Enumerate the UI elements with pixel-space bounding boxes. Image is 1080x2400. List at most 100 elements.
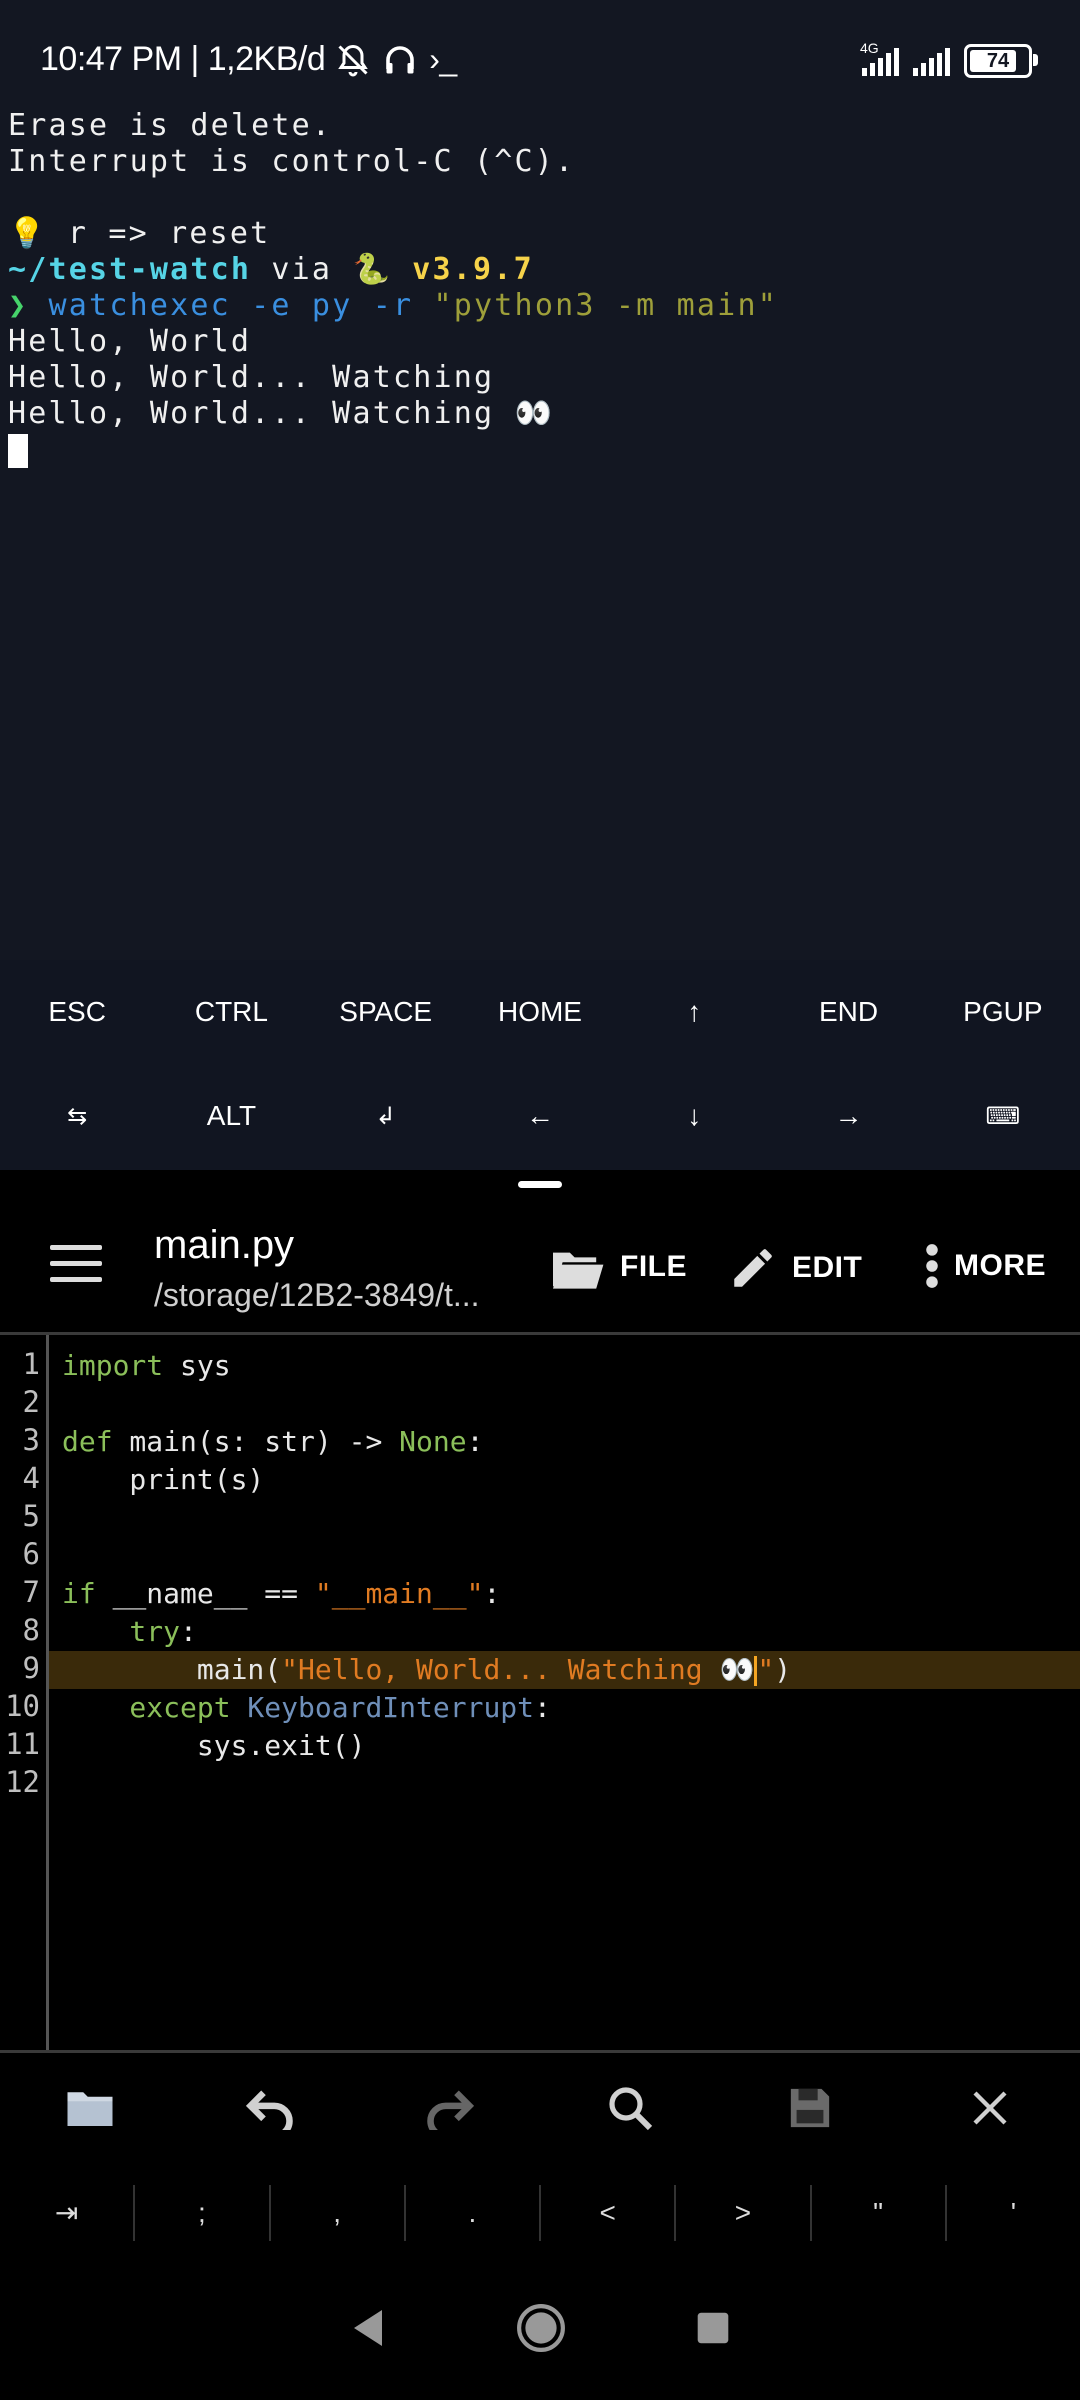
recents-button[interactable] xyxy=(696,2311,730,2350)
back-button[interactable] xyxy=(350,2308,386,2353)
prompt-directory: ~/test-watch xyxy=(8,252,252,287)
class-name: KeyboardInterrupt xyxy=(230,1691,535,1724)
code-editor[interactable]: 1 2 3 4 5 6 7 8 9 10 11 12 import sys de… xyxy=(0,1335,1080,2050)
keyword: None xyxy=(399,1425,467,1458)
key-right[interactable]: → xyxy=(771,1064,925,1168)
code-line: def main(s: str) -> None: xyxy=(62,1423,483,1461)
key-esc[interactable]: ESC xyxy=(0,960,154,1064)
key-home[interactable]: HOME xyxy=(463,960,617,1064)
terminal-line: Hello, World xyxy=(8,324,252,359)
terminal-output[interactable]: Erase is delete. Interrupt is control-C … xyxy=(0,100,1080,960)
battery-icon: 74 xyxy=(964,44,1038,78)
line-number: 1 xyxy=(22,1347,40,1381)
line-number: 10 xyxy=(5,1689,40,1723)
terminal-cursor-line xyxy=(8,432,1080,468)
key-ctrl[interactable]: CTRL xyxy=(154,960,308,1064)
command-flags: -e py -r xyxy=(230,288,434,323)
open-files-button[interactable] xyxy=(0,2053,180,2163)
folder-open-icon xyxy=(553,1252,604,1289)
save-button[interactable] xyxy=(720,2053,900,2163)
symbol-key-double-quote[interactable]: " xyxy=(812,2184,947,2241)
key-pgup[interactable]: PGUP xyxy=(926,960,1080,1064)
code-text: ) xyxy=(774,1653,792,1686)
key-space[interactable]: SPACE xyxy=(309,960,463,1064)
menu-icon[interactable] xyxy=(50,1245,102,1285)
line-number: 3 xyxy=(22,1423,40,1457)
symbol-key-comma[interactable]: , xyxy=(271,2184,406,2241)
extra-keys-bar: ESC CTRL SPACE HOME ↑ END PGUP ⇆ ALT ↲ ←… xyxy=(0,960,1080,1170)
line-number: 4 xyxy=(22,1461,40,1495)
key-down[interactable]: ↓ xyxy=(617,1064,771,1168)
string-literal: "Hello, World... Watching xyxy=(281,1653,720,1686)
command-string: "python3 -m main" xyxy=(433,288,778,323)
system-nav-bar xyxy=(0,2260,1080,2400)
signal-4g-icon: 4G xyxy=(860,40,899,76)
keyword: except xyxy=(62,1691,231,1724)
terminal-line: Hello, World... Watching 👀 xyxy=(8,396,1080,432)
code-text: sys xyxy=(163,1349,231,1382)
edit-button[interactable]: EDIT xyxy=(728,1243,862,1293)
code-line: sys.exit() xyxy=(62,1727,366,1765)
keyword: try xyxy=(62,1615,181,1648)
symbol-key-less-than[interactable]: < xyxy=(541,2184,677,2241)
key-keyboard[interactable]: ⌨ xyxy=(926,1064,1080,1168)
code-text: main( xyxy=(62,1653,282,1686)
redo-button[interactable] xyxy=(360,2053,540,2163)
keyword: import xyxy=(62,1349,164,1382)
eyes-icon: 👀 xyxy=(514,396,555,431)
editor-toolbar: main.py /storage/12B2-3849/t... FILE EDI… xyxy=(0,1195,1080,1335)
symbol-key-semicolon[interactable]: ; xyxy=(135,2184,271,2241)
key-up[interactable]: ↑ xyxy=(617,960,771,1064)
close-icon xyxy=(973,2091,1007,2125)
status-time: 10:47 PM | 1,2KB/d xyxy=(40,40,326,78)
prompt-via: via xyxy=(251,252,353,287)
code-text: : xyxy=(180,1615,197,1648)
file-button-label: FILE xyxy=(620,1250,687,1283)
line-number: 6 xyxy=(22,1537,40,1571)
command-line: ❯ watchexec -e py -r "python3 -m main" xyxy=(8,288,1080,324)
line-number: 8 xyxy=(22,1613,40,1647)
file-path: /storage/12B2-3849/t... xyxy=(154,1277,480,1313)
file-button[interactable]: FILE xyxy=(548,1243,687,1291)
more-button[interactable]: MORE xyxy=(924,1243,1046,1289)
network-type-label: 4G xyxy=(860,40,879,56)
terminal-line: Interrupt is control-C (^C). xyxy=(8,144,576,179)
search-button[interactable] xyxy=(540,2053,720,2163)
code-line: if __name__ == "__main__": xyxy=(62,1575,500,1613)
symbol-bar: ⇥ ; , . < > " ' xyxy=(0,2165,1080,2260)
string-literal: " xyxy=(757,1653,775,1686)
code-line: print(s) xyxy=(62,1461,264,1499)
symbol-key-single-quote[interactable]: ' xyxy=(947,2185,1080,2241)
split-divider-handle[interactable] xyxy=(518,1181,562,1188)
undo-button[interactable] xyxy=(180,2053,360,2163)
symbol-key-tab[interactable]: ⇥ xyxy=(0,2184,136,2241)
line-number: 7 xyxy=(22,1575,40,1609)
key-enter[interactable]: ↲ xyxy=(309,1064,463,1168)
key-left[interactable]: ← xyxy=(463,1064,617,1168)
keyword: if xyxy=(62,1577,96,1610)
battery-level: 74 xyxy=(986,49,1010,72)
code-text: main(s: str) -> xyxy=(112,1425,400,1458)
home-circle-icon xyxy=(517,2303,565,2352)
close-button[interactable] xyxy=(900,2053,1080,2163)
code-line: try: xyxy=(62,1613,197,1651)
symbol-key-period[interactable]: . xyxy=(406,2184,541,2241)
python-icon: 🐍 xyxy=(352,252,393,287)
key-end[interactable]: END xyxy=(771,960,925,1064)
home-button[interactable] xyxy=(516,2303,566,2358)
more-vert-icon xyxy=(926,1244,938,1288)
symbol-key-greater-than[interactable]: > xyxy=(676,2184,812,2241)
code-text: : xyxy=(534,1691,551,1724)
string-literal: "__main__" xyxy=(314,1577,484,1610)
terminal-line: Erase is delete. xyxy=(8,108,333,143)
tip-text: r => reset xyxy=(47,216,271,251)
eyes-icon: 👀 xyxy=(719,1653,755,1686)
code-line: except KeyboardInterrupt: xyxy=(62,1689,551,1727)
undo-icon xyxy=(245,2090,293,2130)
code-line-current: main("Hello, World... Watching 👀 ") xyxy=(62,1651,791,1689)
key-alt[interactable]: ALT xyxy=(154,1064,308,1168)
code-text: : xyxy=(483,1577,501,1610)
key-tab[interactable]: ⇆ xyxy=(0,1064,154,1168)
editor-action-bar xyxy=(0,2050,1080,2163)
